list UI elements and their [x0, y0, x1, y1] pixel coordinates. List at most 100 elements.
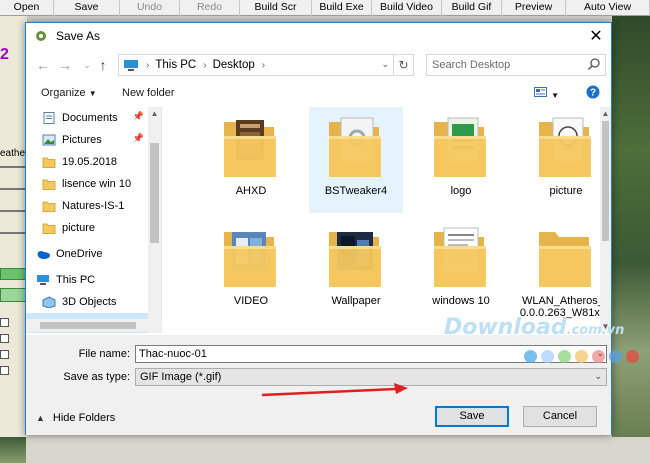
svg-text:?: ? — [590, 88, 596, 99]
nav-item-19-05-2018[interactable]: 19.05.2018 — [26, 151, 148, 172]
help-icon: ? — [586, 85, 600, 99]
app-slider[interactable] — [0, 188, 27, 190]
app-slider[interactable] — [0, 210, 27, 212]
search-box[interactable] — [426, 54, 606, 76]
folder-item-video[interactable]: VIDEO — [204, 217, 298, 323]
up-arrow-icon[interactable]: ↑ — [94, 56, 112, 74]
folder-item-wallpaper[interactable]: Wallpaper — [309, 217, 403, 323]
nav-scrollbar[interactable]: ▲ ▼ — [148, 107, 161, 333]
folder-icon — [42, 179, 56, 190]
toolbar-button-build-video[interactable]: Build Video — [372, 0, 442, 16]
address-bar[interactable]: › This PC › Desktop › ⌄ ↻ — [118, 54, 414, 76]
folder-item-ahxd[interactable]: AHXD — [204, 107, 298, 213]
toolbar-button-undo[interactable]: Undo — [120, 0, 180, 16]
nav-item-lisence-win-10[interactable]: lisence win 10 — [26, 173, 148, 194]
search-input[interactable] — [427, 55, 577, 75]
forward-arrow-icon[interactable]: → — [56, 56, 74, 74]
view-options-button[interactable]: ▼ — [534, 87, 559, 101]
toolbar-button-auto-view[interactable]: Auto View — [566, 0, 650, 16]
file-name-input[interactable] — [136, 346, 536, 362]
nav-item-onedrive[interactable]: OneDrive — [26, 243, 148, 264]
background-waterfall-image — [612, 16, 650, 463]
save-button[interactable]: Save — [435, 406, 509, 427]
toolbar-button-redo[interactable]: Redo — [180, 0, 240, 16]
navigation-pane: ▲ ▼ Documents 📌 Pictures 📌 19.05.2018 lisence… — [26, 107, 162, 333]
file-list: AHXD BSTweaker4 logo picture VIDEO Wallpaper w… — [164, 107, 611, 333]
toolbar-button-build-scr[interactable]: Build Scr — [240, 0, 312, 16]
download-watermark: Download.com.vn — [444, 315, 624, 340]
hide-folders-label: Hide Folders — [52, 412, 116, 424]
nav-item-pictures[interactable]: Pictures 📌 — [26, 129, 148, 150]
hide-folders-toggle[interactable]: ▲ Hide Folders — [36, 412, 115, 424]
app-slider[interactable] — [0, 166, 27, 168]
view-icon — [534, 87, 547, 97]
watermark-dot — [609, 350, 622, 363]
scroll-thumb[interactable] — [40, 322, 136, 329]
scroll-up-icon[interactable]: ▲ — [600, 107, 611, 120]
breadcrumb-this-pc[interactable]: This PC — [155, 59, 196, 71]
nav-item-documents[interactable]: Documents 📌 — [26, 107, 148, 128]
app-checkbox[interactable] — [0, 334, 27, 346]
toolbar-button-build-exe[interactable]: Build Exe — [312, 0, 372, 16]
scroll-thumb[interactable] — [150, 143, 159, 243]
new-folder-button[interactable]: New folder — [122, 87, 175, 99]
file-name-label: File name: — [78, 348, 130, 360]
dialog-titlebar: Save As ✕ — [26, 23, 611, 49]
folder-item-logo[interactable]: logo — [414, 107, 508, 213]
separator-icon: › — [146, 59, 150, 71]
app-green-button[interactable] — [0, 268, 27, 280]
app-checkbox[interactable] — [0, 318, 27, 330]
watermark-dot — [524, 350, 537, 363]
folder-item-bstweaker4[interactable]: BSTweaker4 — [309, 107, 403, 213]
toolbar-button-preview[interactable]: Preview — [502, 0, 566, 16]
app-logo-icon — [36, 31, 46, 41]
red-annotation-arrow-icon — [261, 383, 408, 397]
chevron-down-icon[interactable]: ⌄ — [381, 59, 389, 70]
cancel-button[interactable]: Cancel — [523, 406, 597, 427]
back-arrow-icon[interactable]: ← — [34, 56, 52, 74]
folder-item-wlan-atheros-10-0-0-263-w81x64[interactable]: WLAN_Atheros_10.0.0.263_W81x64 — [519, 217, 611, 323]
file-name-field[interactable]: ⌄ — [135, 345, 639, 363]
breadcrumb-desktop[interactable]: Desktop — [213, 59, 255, 71]
scroll-up-icon[interactable]: ▲ — [148, 107, 161, 120]
save-as-dialog: Save As ✕ ← → ⌄ ↑ › This PC › Desktop › … — [25, 22, 639, 435]
folder-name: picture — [549, 185, 583, 197]
nav-item-natures-is-1[interactable]: Natures-IS-1 — [26, 195, 148, 216]
command-bar: Organize ▼ New folder ▼ ? — [26, 82, 611, 106]
chevron-down-icon: ▼ — [551, 91, 559, 100]
nav-item-label: OneDrive — [56, 247, 103, 260]
folder-item-windows-10[interactable]: windows 10 — [414, 217, 508, 323]
folder-name: Wallpaper — [331, 295, 381, 307]
chevron-down-icon[interactable]: ⌄ — [596, 348, 604, 359]
scroll-thumb[interactable] — [602, 121, 609, 241]
onedrive-icon — [37, 250, 50, 259]
help-button[interactable]: ? — [586, 85, 600, 102]
watermark-dot — [575, 350, 588, 363]
nav-item-label: Natures-IS-1 — [62, 199, 125, 212]
app-icon-2: 2 — [0, 46, 9, 63]
thumbnail[interactable] — [0, 437, 26, 463]
pin-icon: 📌 — [132, 111, 144, 121]
app-green-button[interactable] — [0, 288, 27, 302]
app-bottom-strip — [0, 437, 650, 463]
nav-item-picture[interactable]: picture — [26, 217, 148, 238]
organize-label: Organize — [41, 87, 86, 99]
close-button[interactable]: ✕ — [581, 23, 611, 49]
file-scrollbar[interactable]: ▲ ▼ — [600, 107, 611, 333]
organize-button[interactable]: Organize ▼ — [41, 87, 97, 99]
folder-icon — [539, 232, 591, 287]
folder-item-picture[interactable]: picture — [519, 107, 611, 213]
documents-icon — [43, 111, 55, 124]
toolbar-button-open[interactable]: Open — [0, 0, 54, 16]
nav-item-this-pc[interactable]: This PC — [26, 269, 148, 290]
folder-icon — [434, 117, 486, 177]
nav-horizontal-scrollbar[interactable] — [26, 319, 162, 332]
nav-item-label: 19.05.2018 — [62, 155, 118, 168]
refresh-icon[interactable]: ↻ — [393, 55, 413, 75]
toolbar-button-build-gif[interactable]: Build Gif — [442, 0, 502, 16]
this-pc-icon — [37, 274, 49, 285]
nav-item-3d-objects[interactable]: 3D Objects — [26, 291, 148, 312]
toolbar-button-save[interactable]: Save — [54, 0, 120, 16]
save-as-type-value: GIF Image (*.gif) — [140, 371, 222, 383]
app-slider[interactable] — [0, 232, 27, 234]
